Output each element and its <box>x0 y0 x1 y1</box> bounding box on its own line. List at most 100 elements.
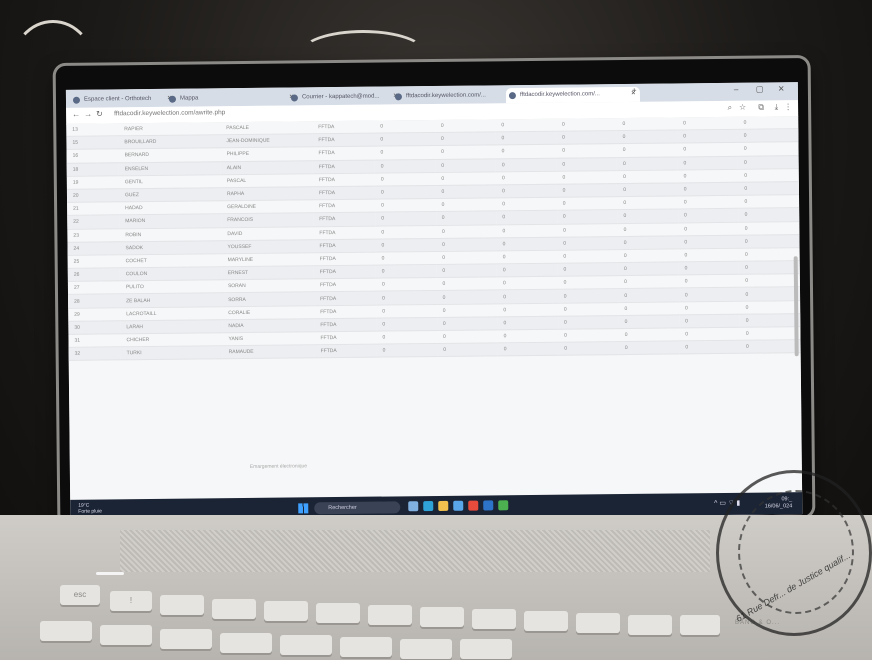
browser-tab[interactable]: Courrier - kappatech@mod...✕ <box>288 89 402 105</box>
vote-count-cell: 0 <box>495 170 557 185</box>
bookmark-star-icon[interactable]: ☆ <box>739 103 746 112</box>
reload-icon[interactable]: ↻ <box>96 109 103 118</box>
power-led <box>96 572 124 575</box>
first-name-cell: PASCAL <box>220 173 313 188</box>
minimize-icon[interactable]: – <box>734 85 739 94</box>
row-index: 22 <box>67 215 120 229</box>
weather-widget[interactable]: 19°C Forte pluie <box>78 502 102 515</box>
chrome-icon[interactable] <box>468 500 479 511</box>
extensions-icon[interactable]: ⧉ <box>758 103 764 113</box>
org-cell: FFTDA <box>314 331 377 345</box>
new-tab-icon[interactable]: + <box>632 86 637 95</box>
browser-tab[interactable]: Mappa✕ <box>166 90 298 106</box>
keyboard-key <box>40 621 92 641</box>
vote-count-cell: 0 <box>496 276 558 291</box>
vote-count-cell: 0 <box>495 144 557 159</box>
forward-icon[interactable]: → <box>84 110 92 119</box>
last-name-cell: COULON <box>119 266 222 282</box>
vote-count-cell: 0 <box>375 251 437 266</box>
vote-count-cell: 0 <box>436 290 498 305</box>
zoom-icon[interactable]: ⌕ <box>728 103 733 113</box>
keyboard-key <box>264 601 308 621</box>
close-icon[interactable]: ✕ <box>778 84 785 93</box>
vote-count-cell: 0 <box>678 300 740 315</box>
tab-label: Mappa <box>179 95 199 102</box>
vote-count-cell: 0 <box>497 316 559 330</box>
vote-count-cell: 0 <box>739 300 801 315</box>
taskbar-apps <box>408 500 509 512</box>
laptop-screen: Espace client - Orthotech✕ Mappa✕ Courri… <box>65 82 803 522</box>
keyboard-key <box>212 599 256 619</box>
edge-icon[interactable] <box>423 501 434 512</box>
row-index: 29 <box>68 307 121 322</box>
vote-count-cell: 0 <box>739 313 801 328</box>
browser-tab[interactable]: fftdacodir.keywelection.com/...✕ <box>392 88 516 104</box>
keyboard-key <box>160 629 212 649</box>
org-cell: FFTDA <box>313 265 376 280</box>
vote-count-cell: 0 <box>738 168 799 183</box>
vote-count-cell: 0 <box>557 315 619 330</box>
keyboard-key <box>100 625 152 645</box>
vote-count-cell: 0 <box>376 317 437 332</box>
menu-icon[interactable]: ⋮ <box>784 102 792 111</box>
vote-count-cell: 0 <box>435 197 497 212</box>
vote-count-cell: 0 <box>557 236 618 251</box>
last-name-cell: LARAH <box>120 319 223 334</box>
row-index: 13 <box>66 123 119 137</box>
vote-count-cell: 0 <box>737 128 799 143</box>
vote-count-cell: 0 <box>556 183 618 198</box>
back-icon[interactable]: ← <box>72 110 80 119</box>
last-name-cell: MARION <box>119 214 222 229</box>
tab-label: fftdacodir.keywelection.com/... <box>405 92 486 100</box>
restore-icon[interactable]: ▢ <box>756 85 764 94</box>
tab-favicon-icon <box>72 96 81 104</box>
vote-count-cell: 0 <box>617 262 679 276</box>
last-name-cell: GENTIL <box>118 174 221 189</box>
vote-count-cell: 0 <box>677 155 739 170</box>
outlook-icon[interactable] <box>483 500 494 511</box>
explorer-icon[interactable] <box>438 500 449 511</box>
weather-desc: Forte pluie <box>78 508 102 515</box>
windows-start-icon[interactable] <box>298 503 309 514</box>
address-input[interactable]: fftdacodir.keywelection.com/awrite.php <box>114 109 225 117</box>
tab-label: Courrier - kappatech@mod... <box>301 93 380 101</box>
vote-count-cell: 0 <box>555 118 617 132</box>
first-name-cell: CORALIE <box>222 305 315 320</box>
browser-tab[interactable]: Espace client - Orthotech✕ <box>70 92 176 108</box>
org-cell: FFTDA <box>312 133 375 148</box>
vote-count-cell: 0 <box>557 262 619 277</box>
org-cell: FFTDA <box>312 120 375 134</box>
vote-count-cell: 0 <box>376 343 438 358</box>
last-name-cell: ENSELEN <box>118 161 221 176</box>
download-icon[interactable]: ⤓ <box>774 102 778 112</box>
row-index: 25 <box>67 254 120 269</box>
vote-count-cell: 0 <box>678 221 739 236</box>
vote-count-cell: 0 <box>435 145 496 160</box>
vote-count-cell: 0 <box>496 197 557 212</box>
page-content: 13 RAPIER PASCALE FFTDA 0 0 0 0 0 0 0 15 BROUILLARD J… <box>66 116 803 500</box>
vote-count-cell: 0 <box>497 302 558 317</box>
vote-count-cell: 0 <box>678 274 740 289</box>
vote-count-cell: 0 <box>558 341 619 356</box>
vote-count-cell: 0 <box>618 341 680 355</box>
browser-tab-active[interactable]: fftdacodir.keywelection.com/... ✕ <box>505 86 641 104</box>
row-index: 19 <box>66 175 119 190</box>
org-cell: FFTDA <box>314 291 377 306</box>
row-index: 21 <box>67 201 120 216</box>
keyboard-key <box>400 639 452 659</box>
vote-count-cell: 0 <box>617 196 678 210</box>
vote-count-cell: 0 <box>678 287 740 302</box>
vote-count-cell: 0 <box>375 277 437 292</box>
vote-count-cell: 0 <box>436 329 498 344</box>
keyboard-key <box>628 615 672 635</box>
last-name-cell: ROBIN <box>119 227 222 242</box>
taskbar-search[interactable]: Rechercher <box>314 501 401 515</box>
vote-count-cell: 0 <box>616 117 678 131</box>
app-icon[interactable] <box>498 500 509 511</box>
store-icon[interactable] <box>453 500 464 511</box>
taskview-icon[interactable] <box>408 501 419 512</box>
org-cell: FFTDA <box>314 317 377 332</box>
rubber-stamp-inner <box>738 490 854 614</box>
last-name-cell: BROUILLARD <box>118 134 221 150</box>
vote-count-cell: 0 <box>617 248 679 263</box>
